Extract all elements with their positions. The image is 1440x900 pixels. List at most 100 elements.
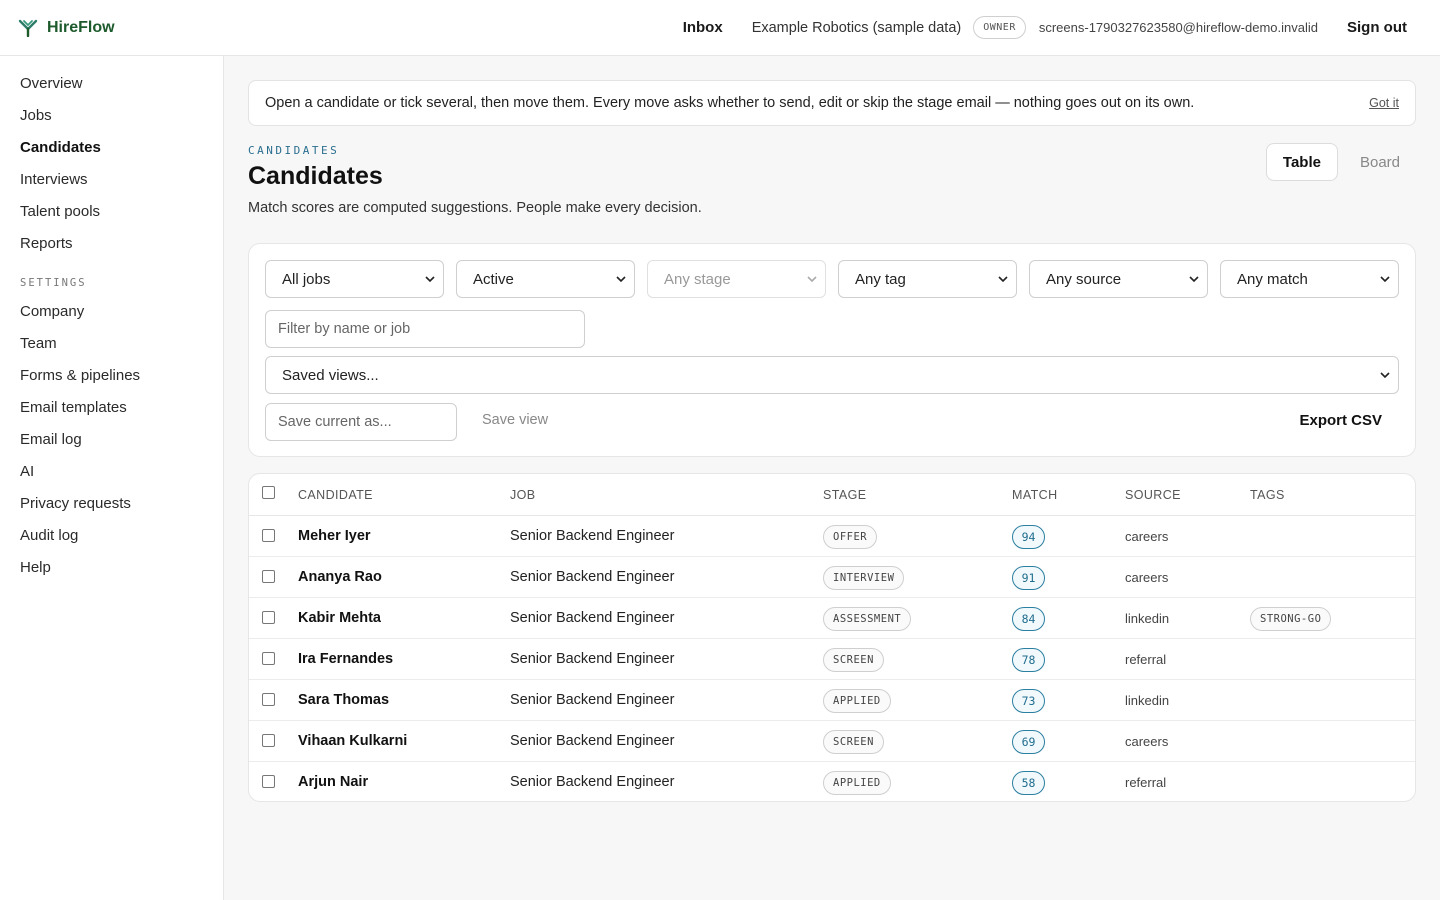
stage-badge: APPLIED <box>823 689 891 713</box>
candidate-source: linkedin <box>1125 693 1170 708</box>
tag-badge[interactable]: STRONG-GO <box>1250 607 1332 631</box>
match-score-badge: 94 <box>1012 525 1045 549</box>
sidebar-item-privacy-requests[interactable]: Privacy requests <box>20 495 131 512</box>
chevron-down-icon <box>1380 276 1390 283</box>
table-row[interactable]: Kabir Mehta Senior Backend Engineer ASSE… <box>249 598 1415 639</box>
column-header-stage[interactable]: STAGE <box>823 488 866 502</box>
job-filter-value: All jobs <box>282 270 331 288</box>
role-badge: OWNER <box>973 16 1026 39</box>
table-row[interactable]: Ananya Rao Senior Backend Engineer INTER… <box>249 557 1415 598</box>
saved-views-value: Saved views... <box>282 366 379 384</box>
status-filter-value: Active <box>473 270 514 288</box>
job-filter-select[interactable]: All jobs <box>265 260 444 298</box>
main-content: Open a candidate or tick several, then m… <box>224 56 1440 900</box>
table-view-button[interactable]: Table <box>1265 143 1338 181</box>
stage-badge: ASSESSMENT <box>823 607 912 631</box>
status-filter-select[interactable]: Active <box>456 260 635 298</box>
search-placeholder: Filter by name or job <box>278 321 411 337</box>
brand[interactable]: HireFlow <box>18 19 115 37</box>
sidebar-item-audit-log[interactable]: Audit log <box>20 527 78 544</box>
sidebar-item-company[interactable]: Company <box>20 303 84 320</box>
table-row[interactable]: Meher Iyer Senior Backend Engineer OFFER… <box>249 516 1415 557</box>
row-checkbox[interactable] <box>262 611 275 624</box>
sign-out-button[interactable]: Sign out <box>1347 19 1407 36</box>
chevron-down-icon <box>1189 276 1199 283</box>
candidate-job: Senior Backend Engineer <box>510 569 675 585</box>
match-score-badge: 84 <box>1012 607 1045 631</box>
hireflow-logo-icon <box>18 19 38 37</box>
tag-filter-select[interactable]: Any tag <box>838 260 1017 298</box>
table-header: CANDIDATE JOB STAGE MATCH SOURCE TAGS <box>249 474 1415 516</box>
column-header-match[interactable]: MATCH <box>1012 488 1058 502</box>
stage-badge: INTERVIEW <box>823 566 905 590</box>
candidate-source: linkedin <box>1125 611 1170 626</box>
sidebar-item-email-templates[interactable]: Email templates <box>20 399 127 416</box>
sidebar-item-email-log[interactable]: Email log <box>20 431 82 448</box>
sidebar-item-forms-pipelines[interactable]: Forms & pipelines <box>20 367 140 384</box>
stage-badge: OFFER <box>823 525 878 549</box>
select-all-checkbox[interactable] <box>262 486 275 499</box>
candidate-name[interactable]: Kabir Mehta <box>298 610 381 626</box>
sidebar-item-reports[interactable]: Reports <box>20 235 73 252</box>
page-subtitle: Match scores are computed suggestions. P… <box>248 200 702 216</box>
banner-text: Open a candidate or tick several, then m… <box>265 95 1195 111</box>
row-checkbox[interactable] <box>262 570 275 583</box>
sidebar-item-interviews[interactable]: Interviews <box>20 171 88 188</box>
page-eyebrow: CANDIDATES <box>248 144 340 157</box>
table-row[interactable]: Ira Fernandes Senior Backend Engineer SC… <box>249 639 1415 680</box>
candidate-source: referral <box>1125 775 1167 790</box>
search-input[interactable]: Filter by name or job <box>265 310 585 348</box>
candidates-table: CANDIDATE JOB STAGE MATCH SOURCE TAGS Me… <box>248 473 1416 802</box>
sidebar-item-candidates[interactable]: Candidates <box>20 139 101 156</box>
sidebar-item-team[interactable]: Team <box>20 335 57 352</box>
info-banner: Open a candidate or tick several, then m… <box>248 80 1416 126</box>
column-header-tags[interactable]: TAGS <box>1250 488 1285 502</box>
candidate-name[interactable]: Vihaan Kulkarni <box>298 733 407 749</box>
chevron-down-icon <box>616 276 626 283</box>
sidebar-item-help[interactable]: Help <box>20 559 51 576</box>
candidate-name[interactable]: Arjun Nair <box>298 774 368 790</box>
sidebar-item-ai[interactable]: AI <box>20 463 34 480</box>
row-checkbox[interactable] <box>262 529 275 542</box>
sidebar-item-jobs[interactable]: Jobs <box>20 107 52 124</box>
save-view-button[interactable]: Save view <box>482 412 548 428</box>
settings-heading: SETTINGS <box>20 277 87 289</box>
filter-panel: All jobs Active Any stage Any tag Any so… <box>248 243 1416 457</box>
row-checkbox[interactable] <box>262 652 275 665</box>
stage-badge: SCREEN <box>823 730 884 754</box>
chevron-down-icon <box>425 276 435 283</box>
saved-views-select[interactable]: Saved views... <box>265 356 1399 394</box>
export-csv-button[interactable]: Export CSV <box>1299 412 1382 429</box>
row-checkbox[interactable] <box>262 734 275 747</box>
stage-badge: SCREEN <box>823 648 884 672</box>
row-checkbox[interactable] <box>262 693 275 706</box>
save-view-placeholder: Save current as... <box>278 414 392 430</box>
save-view-name-input[interactable]: Save current as... <box>265 403 457 441</box>
column-header-candidate[interactable]: CANDIDATE <box>298 488 373 502</box>
table-row[interactable]: Vihaan Kulkarni Senior Backend Engineer … <box>249 721 1415 762</box>
candidate-name[interactable]: Sara Thomas <box>298 692 389 708</box>
stage-filter-value: Any stage <box>664 270 731 288</box>
sidebar-item-talent-pools[interactable]: Talent pools <box>20 203 100 220</box>
chevron-down-icon <box>1380 372 1390 379</box>
source-filter-select[interactable]: Any source <box>1029 260 1208 298</box>
match-score-badge: 69 <box>1012 730 1045 754</box>
inbox-link[interactable]: Inbox <box>683 19 723 36</box>
candidate-name[interactable]: Ananya Rao <box>298 569 382 585</box>
board-view-button[interactable]: Board <box>1344 143 1416 181</box>
row-checkbox[interactable] <box>262 775 275 788</box>
stage-badge: APPLIED <box>823 771 891 795</box>
table-row[interactable]: Arjun Nair Senior Backend Engineer APPLI… <box>249 762 1415 801</box>
candidate-job: Senior Backend Engineer <box>510 692 675 708</box>
table-row[interactable]: Sara Thomas Senior Backend Engineer APPL… <box>249 680 1415 721</box>
candidate-source: careers <box>1125 529 1169 544</box>
banner-dismiss-link[interactable]: Got it <box>1369 96 1399 110</box>
candidate-name[interactable]: Ira Fernandes <box>298 651 393 667</box>
match-filter-select[interactable]: Any match <box>1220 260 1399 298</box>
column-header-source[interactable]: SOURCE <box>1125 488 1181 502</box>
candidate-name[interactable]: Meher Iyer <box>298 528 371 544</box>
stage-filter-select[interactable]: Any stage <box>647 260 826 298</box>
candidate-job: Senior Backend Engineer <box>510 651 675 667</box>
sidebar-item-overview[interactable]: Overview <box>20 75 83 92</box>
column-header-job[interactable]: JOB <box>510 488 536 502</box>
